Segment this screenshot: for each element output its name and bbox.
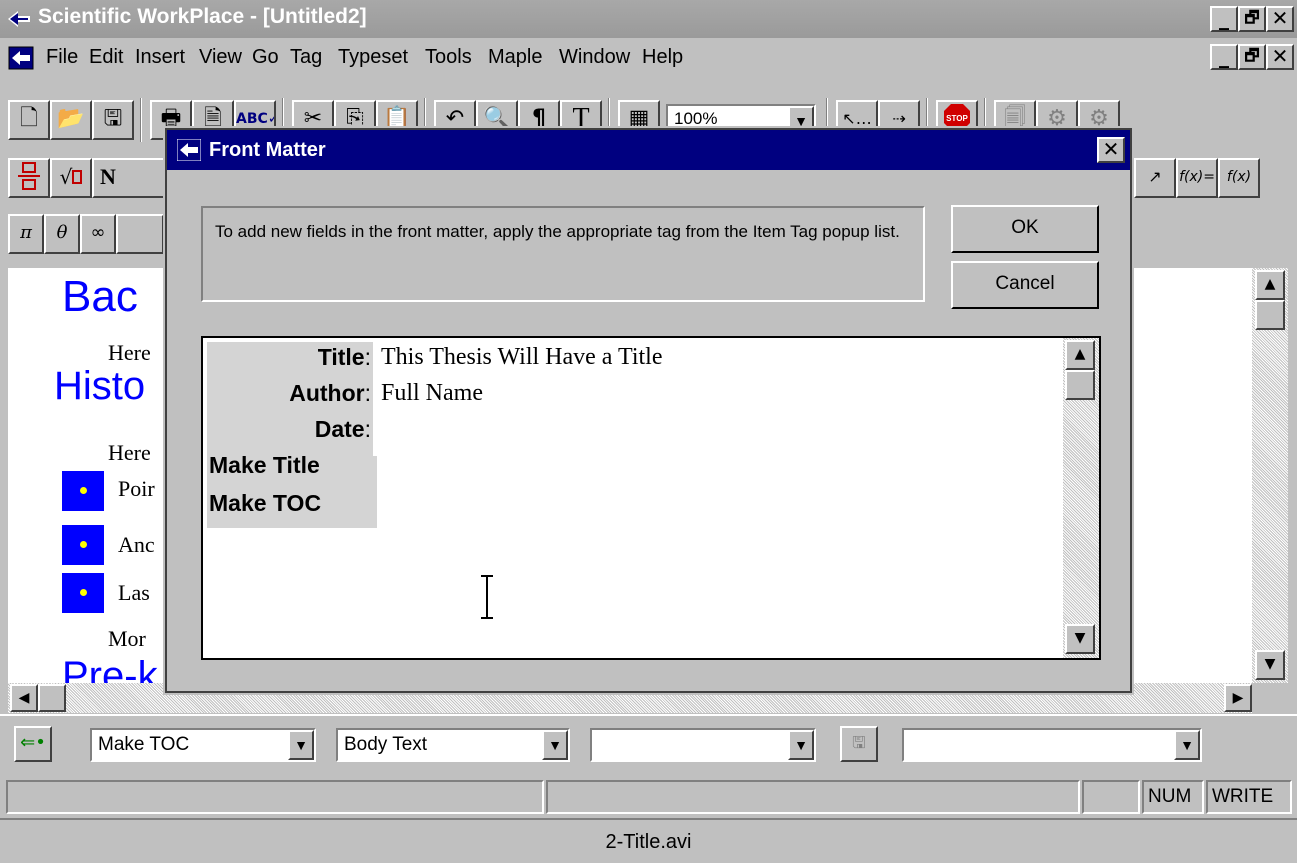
save-icon[interactable]: 🖫 (92, 100, 134, 140)
scroll-thumb[interactable] (1065, 370, 1095, 400)
window-title: Scientific WorkPlace - [Untitled2] (38, 5, 367, 28)
theta-symbol: θ (56, 222, 68, 243)
app-icon (8, 11, 30, 27)
infinity-symbol: ∞ (90, 222, 106, 243)
paragraph: Here (108, 440, 151, 465)
text-cursor-icon (479, 574, 495, 620)
menu-edit[interactable]: Edit (89, 46, 123, 69)
pop-tag-icon[interactable]: ⇐• (14, 726, 52, 762)
field-label-title: Title: (317, 344, 371, 370)
scroll-right-icon[interactable]: ▶ (1224, 684, 1252, 712)
superscript-icon[interactable]: N (92, 158, 166, 198)
menu-maple[interactable]: Maple (488, 46, 542, 69)
chevron-down-icon[interactable]: ▼ (788, 730, 814, 760)
svg-text:STOP: STOP (946, 114, 968, 123)
open-file-icon[interactable]: 📂 (50, 100, 92, 140)
cancel-button[interactable]: Cancel (951, 261, 1099, 309)
heading-history: Histo (54, 364, 146, 408)
save-tag-icon[interactable]: 🖫 (840, 726, 878, 762)
scroll-up-icon[interactable]: ▲ (1065, 340, 1095, 370)
zoom-value: 100% (674, 109, 718, 128)
document-icon[interactable] (8, 46, 34, 70)
chevron-down-icon[interactable]: ▼ (1174, 730, 1200, 760)
maximize-button[interactable]: 🗗 (1238, 6, 1266, 32)
heading-background: Bac (62, 272, 138, 321)
field-value-title[interactable]: This Thesis Will Have a Title (381, 344, 662, 371)
instructions-text: To add new fields in the front matter, a… (215, 222, 900, 241)
minimize-button[interactable]: _ (1210, 6, 1238, 32)
radical-icon[interactable]: √ (50, 158, 92, 198)
status-pane-info (546, 780, 1080, 814)
pi-icon[interactable]: π (8, 214, 44, 254)
document-vscroll[interactable] (1252, 268, 1288, 683)
pi-symbol: π (20, 222, 32, 243)
list-item: Anc (118, 532, 155, 557)
menu-tools[interactable]: Tools (425, 46, 472, 69)
scroll-down-icon[interactable]: ▼ (1065, 624, 1095, 654)
field-make-title: Make Title (209, 452, 320, 478)
fraction-icon[interactable] (8, 158, 50, 198)
list-item: Poir (118, 476, 155, 501)
front-matter-fields[interactable]: Title: This Thesis Will Have a Title Aut… (201, 336, 1101, 660)
doc-close-button[interactable]: ✕ (1266, 44, 1294, 70)
app-icon (177, 139, 201, 161)
bullet-icon (62, 471, 104, 511)
menu-window[interactable]: Window (559, 46, 630, 69)
new-file-icon[interactable]: 🗋 (8, 100, 50, 140)
item-tag-select[interactable]: Make TOC ▼ (90, 728, 316, 762)
menu-help[interactable]: Help (642, 46, 683, 69)
scroll-down-icon[interactable]: ▼ (1255, 650, 1285, 680)
list-item: Las (118, 580, 150, 605)
front-matter-dialog: Front Matter ✕ To add new fields in the … (163, 126, 1134, 695)
scroll-up-icon[interactable]: ▲ (1255, 270, 1285, 300)
menu-file[interactable]: File (46, 46, 78, 69)
dialog-title-bar: Front Matter ✕ (167, 130, 1130, 170)
field-label-date: Date: (314, 416, 371, 442)
status-pane-message (6, 780, 544, 814)
text-tag-select[interactable]: ▼ (902, 728, 1202, 762)
menu-view[interactable]: View (199, 46, 242, 69)
app-window: Scientific WorkPlace - [Untitled2] _ 🗗 ✕… (0, 0, 1297, 863)
plot-icon[interactable]: ↗ (1134, 158, 1176, 198)
infinity-icon[interactable]: ∞ (80, 214, 116, 254)
bullet-icon (62, 525, 104, 565)
body-tag-value: Body Text (344, 734, 428, 755)
close-button[interactable]: ✕ (1266, 6, 1294, 32)
chevron-down-icon[interactable]: ▼ (542, 730, 568, 760)
chevron-down-icon[interactable]: ▼ (288, 730, 314, 760)
symbol-more-icon[interactable] (116, 214, 164, 254)
scroll-thumb[interactable] (1255, 300, 1285, 330)
dialog-close-button[interactable]: ✕ (1097, 137, 1125, 163)
dialog-instructions: To add new fields in the front matter, a… (201, 206, 925, 302)
section-tag-select[interactable]: ▼ (590, 728, 816, 762)
menu-insert[interactable]: Insert (135, 46, 185, 69)
ok-button[interactable]: OK (951, 205, 1099, 253)
evaluate-numeric-icon[interactable]: f(x)🔍 (1218, 158, 1260, 198)
menu-typeset[interactable]: Typeset (338, 46, 408, 69)
item-tag-value: Make TOC (98, 734, 190, 755)
doc-minimize-button[interactable]: _ (1210, 44, 1238, 70)
menu-tag[interactable]: Tag (290, 46, 322, 69)
body-tag-select[interactable]: Body Text ▼ (336, 728, 570, 762)
status-num: NUM (1142, 780, 1204, 814)
field-label-author: Author: (289, 380, 371, 406)
status-pane-caps (1082, 780, 1140, 814)
status-write: WRITE (1206, 780, 1292, 814)
caption-text: 2-Title.avi (605, 831, 692, 853)
theta-icon[interactable]: θ (44, 214, 80, 254)
evaluate-icon[interactable]: f(x)= (1176, 158, 1218, 198)
dialog-title: Front Matter (209, 139, 326, 161)
doc-restore-button[interactable]: 🗗 (1238, 44, 1266, 70)
video-caption: 2-Title.avi (0, 818, 1297, 863)
bullet-icon (62, 573, 104, 613)
paragraph: Here (108, 340, 151, 365)
paragraph: Mor (108, 626, 146, 651)
scroll-left-icon[interactable]: ◀ (10, 684, 38, 712)
field-value-author[interactable]: Full Name (381, 380, 483, 407)
menu-go[interactable]: Go (252, 46, 279, 69)
title-bar: Scientific WorkPlace - [Untitled2] _ 🗗 ✕ (0, 0, 1297, 38)
hscroll-thumb[interactable] (38, 684, 66, 712)
field-make-toc: Make TOC (209, 490, 322, 516)
